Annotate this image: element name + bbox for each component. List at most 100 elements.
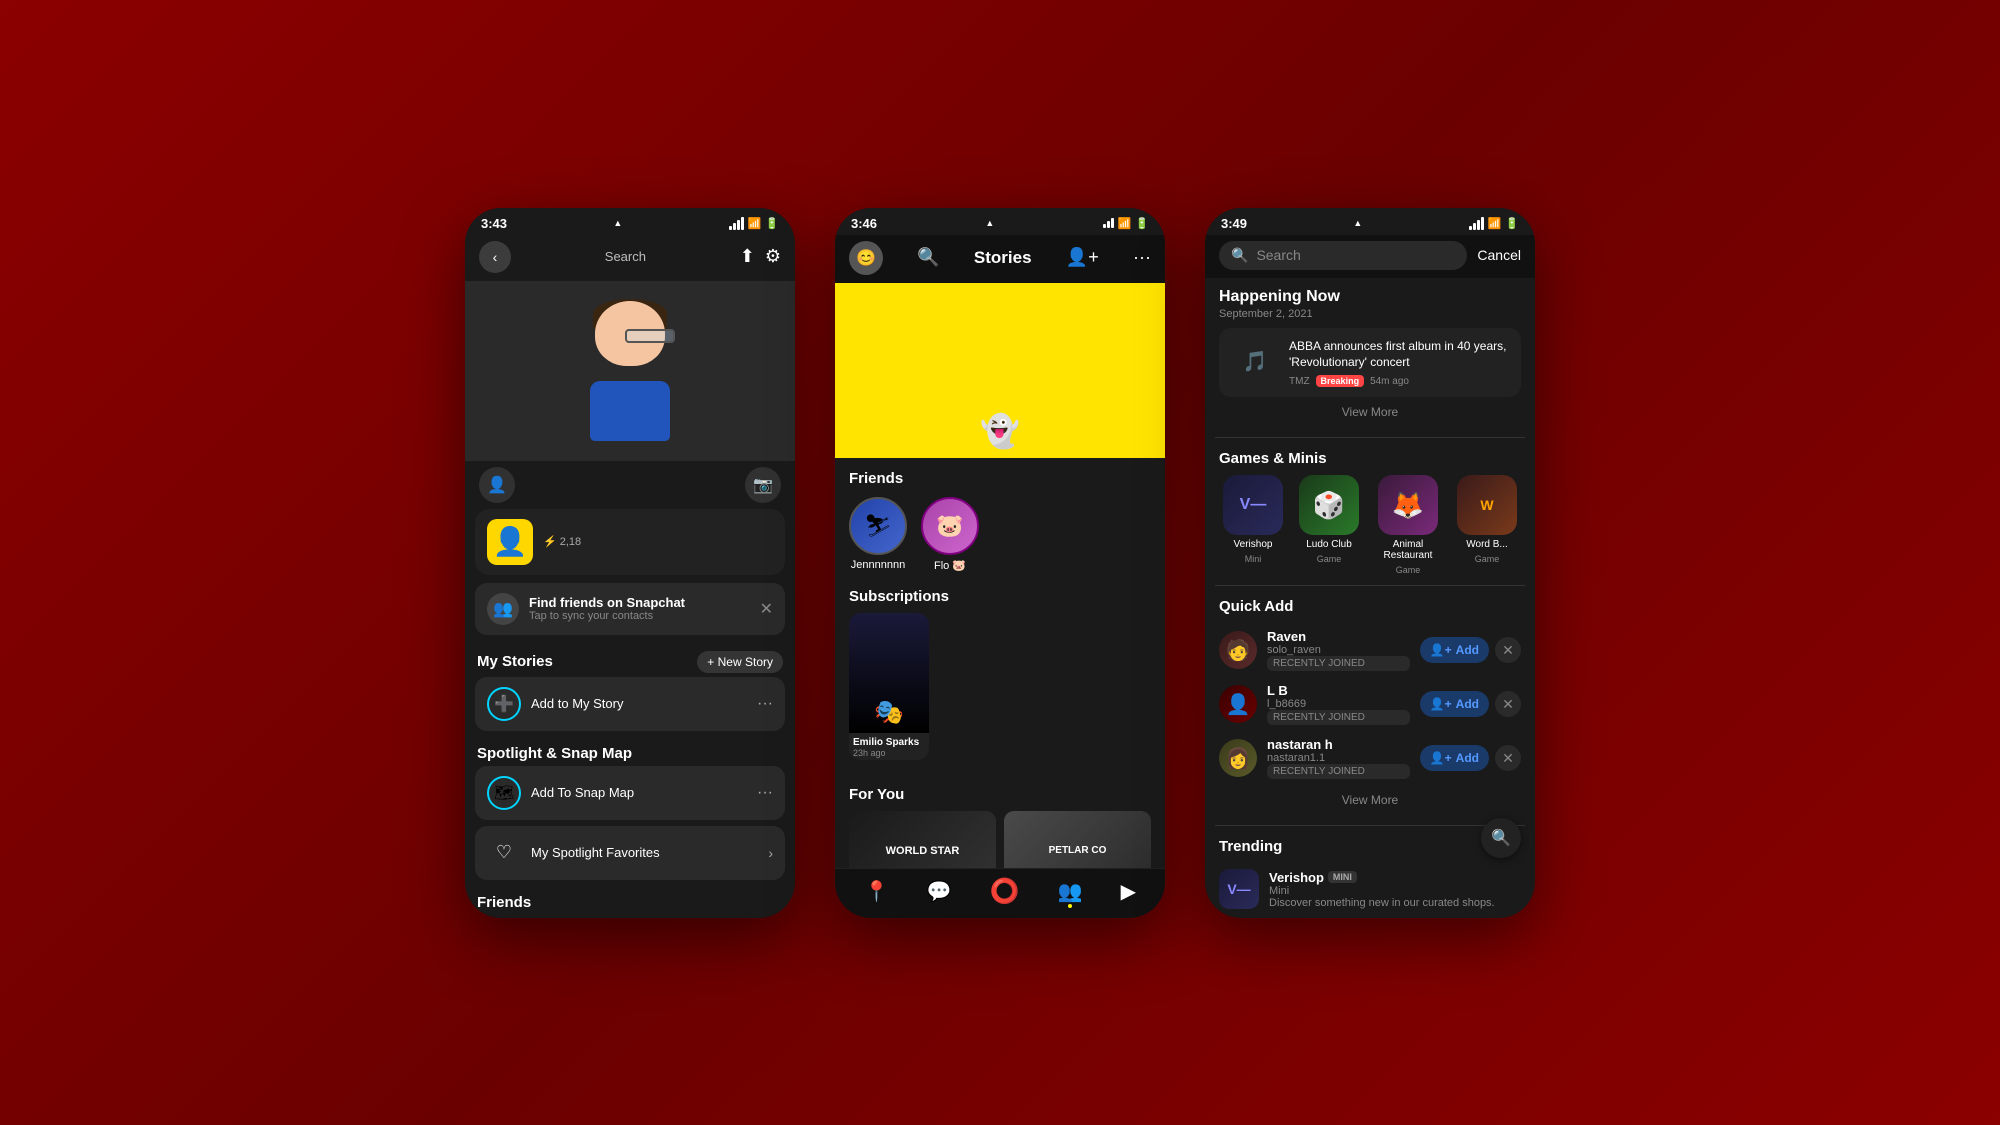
nastaran-info: nastaran h nastaran1.1 RECENTLY JOINED xyxy=(1267,737,1410,779)
add-to-my-story-item[interactable]: ➕ Add to My Story ··· xyxy=(475,677,785,731)
settings-button[interactable]: ⚙ xyxy=(765,246,781,267)
raven-username: solo_raven xyxy=(1267,644,1410,656)
find-friends-subtitle: Tap to sync your contacts xyxy=(529,610,685,622)
status-bar-2: 3:46 ▲ 📶 🔋 xyxy=(835,208,1165,235)
quick-add-view-more[interactable]: View More xyxy=(1219,785,1521,815)
quick-add-nastaran: 👩 nastaran h nastaran1.1 RECENTLY JOINED… xyxy=(1219,731,1521,785)
location-indicator-2: ▲ xyxy=(985,218,994,228)
lb-badge: RECENTLY JOINED xyxy=(1267,710,1410,725)
chat-nav-icon[interactable]: 💬 xyxy=(927,879,952,904)
friends-section-header: Friends xyxy=(465,886,795,913)
time-3: 3:49 xyxy=(1221,216,1247,231)
user-avatar-2[interactable]: 😊 xyxy=(849,241,883,275)
cancel-button[interactable]: Cancel xyxy=(1477,247,1521,263)
friend-bubble-2[interactable]: 🐷 Flo 🐷 xyxy=(921,497,979,572)
raven-badge: RECENTLY JOINED xyxy=(1267,656,1410,671)
close-icon[interactable]: ✕ xyxy=(760,599,773,619)
phone1-header: ‹ Search ⬆ ⚙ xyxy=(465,235,795,281)
my-stories-header: My Stories + New Story xyxy=(465,643,795,677)
news-item-1[interactable]: 🎵 ABBA announces first album in 40 years… xyxy=(1219,328,1521,398)
dismiss-nastaran-button[interactable]: ✕ xyxy=(1495,745,1521,771)
phone-profile: 3:43 ▲ 📶 🔋 ‹ Search xyxy=(465,208,795,918)
ludo-icon: 🎲 xyxy=(1299,475,1359,535)
dismiss-lb-button[interactable]: ✕ xyxy=(1495,691,1521,717)
search-icon-2[interactable]: 🔍 xyxy=(917,247,939,268)
add-icon: 👤+ xyxy=(1430,643,1452,657)
snap-score-icon[interactable]: 👤 xyxy=(479,467,515,503)
petlar-text: PETLAR CO xyxy=(1049,845,1107,856)
snap-score: 2,18 xyxy=(560,536,581,548)
back-button[interactable]: ‹ xyxy=(479,241,511,273)
signal-bars-1 xyxy=(729,217,744,230)
quick-add-section: Quick Add 🧑 Raven solo_raven RECENTLY JO… xyxy=(1205,590,1535,821)
add-label: Add xyxy=(1456,643,1479,657)
nastaran-badge: RECENTLY JOINED xyxy=(1267,764,1410,779)
friends-stories-section: Friends ⛷ Jennnnnnn 🐷 Flo 🐷 xyxy=(835,458,1165,578)
more-options-icon[interactable]: ··· xyxy=(1133,247,1151,268)
phone3-header: 🔍 Search Cancel xyxy=(1205,235,1535,278)
battery-icon-2: 🔋 xyxy=(1135,217,1149,230)
share-button[interactable]: ⬆ xyxy=(740,246,755,267)
fab-search-icon: 🔍 xyxy=(1491,828,1511,848)
game-item-verishop[interactable]: V— Verishop Mini xyxy=(1219,475,1287,575)
spotlight-favorites-item[interactable]: ♡ My Spotlight Favorites › xyxy=(475,826,785,880)
status-bar-3: 3:49 ▲ 📶 🔋 xyxy=(1205,208,1535,235)
add-raven-button[interactable]: 👤+ Add xyxy=(1420,637,1489,663)
friend-avatar-1: ⛷ xyxy=(849,497,907,555)
game-item-ludo[interactable]: 🎲 Ludo Club Game xyxy=(1295,475,1363,575)
camera-roll-icon[interactable]: 📷 xyxy=(745,467,781,503)
spotlight-nav-icon[interactable]: ▶ xyxy=(1121,879,1136,904)
snap-score-badge: ⚡ 2,18 xyxy=(543,535,773,548)
animal-icon: 🦊 xyxy=(1378,475,1438,535)
add-story-icon: ➕ xyxy=(487,687,521,721)
lb-avatar: 👤 xyxy=(1219,685,1257,723)
search-icon-3: 🔍 xyxy=(1231,247,1248,264)
word-logo: W xyxy=(1480,497,1493,513)
avatar-emoji: 😊 xyxy=(856,248,876,268)
news-time-1: 54m ago xyxy=(1370,376,1409,387)
new-story-button[interactable]: + New Story xyxy=(697,651,783,673)
phone-stories: 3:46 ▲ 📶 🔋 😊 xyxy=(835,208,1165,918)
game-item-word[interactable]: W Word B... Game xyxy=(1453,475,1521,575)
camera-nav-icon[interactable]: ⭕ xyxy=(990,877,1020,906)
lb-username: l_b8669 xyxy=(1267,698,1410,710)
sub-image-1: 🎭 xyxy=(874,698,904,727)
quick-add-lb: 👤 L B l_b8669 RECENTLY JOINED 👤+ Add xyxy=(1219,677,1521,731)
quick-add-title: Quick Add xyxy=(1219,598,1521,615)
add-friend-icon[interactable]: 👤+ xyxy=(1066,247,1099,268)
raven-avatar: 🧑 xyxy=(1219,631,1257,669)
friends-nav-icon[interactable]: 👥 xyxy=(1058,879,1083,904)
game-item-animal[interactable]: 🦊 Animal Restaurant Game xyxy=(1371,475,1445,575)
animal-type: Game xyxy=(1396,565,1421,575)
lb-actions: 👤+ Add ✕ xyxy=(1420,691,1521,717)
add-nastaran-button[interactable]: 👤+ Add xyxy=(1420,745,1489,771)
happening-view-more[interactable]: View More xyxy=(1219,397,1521,427)
word-icon: W xyxy=(1457,475,1517,535)
bitmoji-head xyxy=(595,301,665,366)
raven-info: Raven solo_raven RECENTLY JOINED xyxy=(1267,629,1410,671)
yellow-banner: 👻 xyxy=(835,283,1165,458)
word-type: Game xyxy=(1475,554,1500,564)
dismiss-raven-button[interactable]: ✕ xyxy=(1495,637,1521,663)
friend-bubble-1[interactable]: ⛷ Jennnnnnn xyxy=(849,497,907,572)
battery-icon-1: 🔋 xyxy=(765,217,779,230)
map-nav-icon[interactable]: 📍 xyxy=(864,879,889,904)
subscriptions-section: Subscriptions 🎭 Emilio Sparks 23h ago xyxy=(835,578,1165,766)
story-options-icon[interactable]: ··· xyxy=(757,695,773,713)
games-title: Games & Minis xyxy=(1219,450,1521,467)
bitmoji-glasses xyxy=(625,329,675,343)
trending-verishop[interactable]: V— Verishop MINI Mini Discover something… xyxy=(1219,863,1521,912)
sub-thumb-1: 🎭 xyxy=(849,613,929,733)
find-friends-banner[interactable]: 👥 Find friends on Snapchat Tap to sync y… xyxy=(475,583,785,635)
search-bar[interactable]: 🔍 Search xyxy=(1219,241,1467,270)
news-meta-1: TMZ Breaking 54m ago xyxy=(1289,375,1509,387)
snap-map-options-icon[interactable]: ··· xyxy=(757,784,773,802)
location-indicator-3: ▲ xyxy=(1353,218,1362,228)
add-lb-button[interactable]: 👤+ Add xyxy=(1420,691,1489,717)
bar3 xyxy=(737,220,740,230)
status-icons-3: 📶 🔋 xyxy=(1469,217,1519,230)
add-to-snap-map-item[interactable]: 🗺 Add To Snap Map ··· xyxy=(475,766,785,820)
search-fab[interactable]: 🔍 xyxy=(1481,818,1521,858)
subscription-item-1[interactable]: 🎭 Emilio Sparks 23h ago xyxy=(849,613,929,760)
profile-thumbnail: 👤 xyxy=(487,519,533,565)
